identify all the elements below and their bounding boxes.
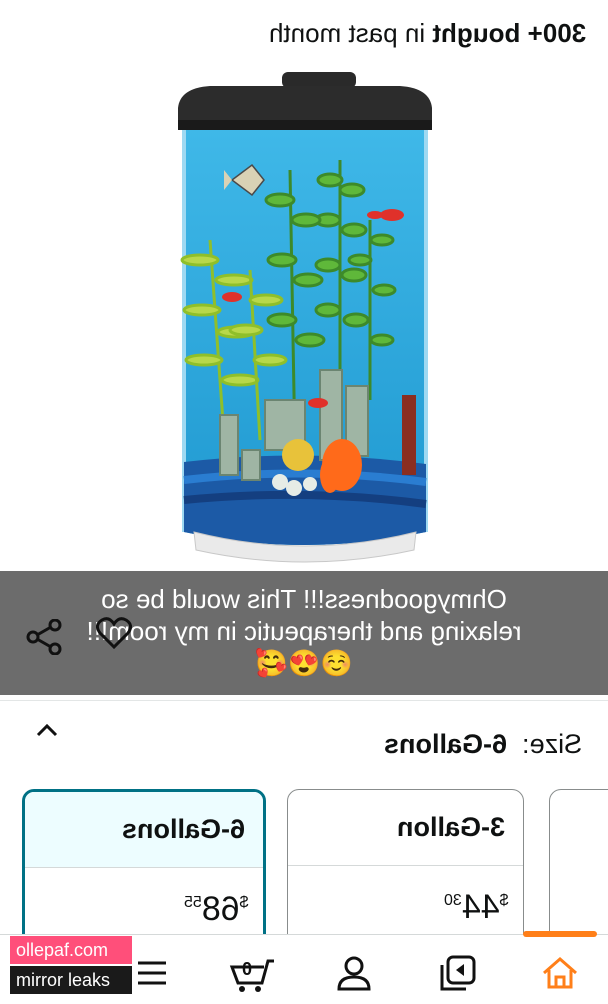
size-option-more[interactable] [549, 789, 608, 949]
social-proof-row: 300+ bought in past month [0, 0, 608, 62]
bought-count-text: 300+ bought in past month [269, 18, 586, 49]
option-name: 3-Gallon [396, 812, 505, 842]
cart-icon[interactable]: 0 [228, 953, 278, 993]
caption-text: Ohmygoodness!!! This would be so relaxin… [0, 583, 608, 679]
cart-count: 0 [242, 959, 252, 979]
menu-icon[interactable] [132, 953, 172, 993]
share-icon[interactable] [26, 619, 62, 655]
size-option-6-gallons[interactable]: 6-Gallons $6855 [22, 789, 266, 949]
snap-caption: Ohmygoodness!!! This would be so relaxin… [0, 571, 608, 695]
chevron-up-icon[interactable] [36, 723, 58, 737]
caption-emojis: ☺️😍🥰 [255, 648, 353, 678]
watermark-top: ollepaf.com [10, 936, 132, 964]
option-price: $6855 [184, 890, 249, 928]
watermark: ollepaf.com mirror leaks [10, 936, 132, 994]
product-image[interactable] [170, 70, 440, 570]
nav-active-indicator [523, 931, 597, 937]
size-selector: Size: 6-Gallons 6-Gallons $6855 3-Gallon… [0, 700, 608, 949]
account-icon[interactable] [334, 953, 374, 993]
bought-count: 300+ bought [432, 18, 586, 48]
library-icon[interactable] [438, 953, 478, 993]
lid-handle [282, 72, 356, 88]
caption-line-1: Ohmygoodness!!! This would be so [101, 584, 507, 614]
size-option-3-gallon[interactable]: 3-Gallon $4430 [287, 789, 524, 949]
bought-suffix: in past month [268, 18, 433, 48]
size-label-text: Size: [521, 729, 582, 759]
size-label: Size: 6-Gallons [384, 729, 582, 760]
option-price: $4430 [444, 888, 509, 926]
size-selected-value: 6-Gallons [383, 729, 507, 759]
watermark-bottom: mirror leaks [10, 966, 132, 994]
heart-icon[interactable] [96, 617, 132, 649]
option-name: 6-Gallons [121, 814, 245, 844]
home-icon[interactable] [540, 953, 580, 993]
